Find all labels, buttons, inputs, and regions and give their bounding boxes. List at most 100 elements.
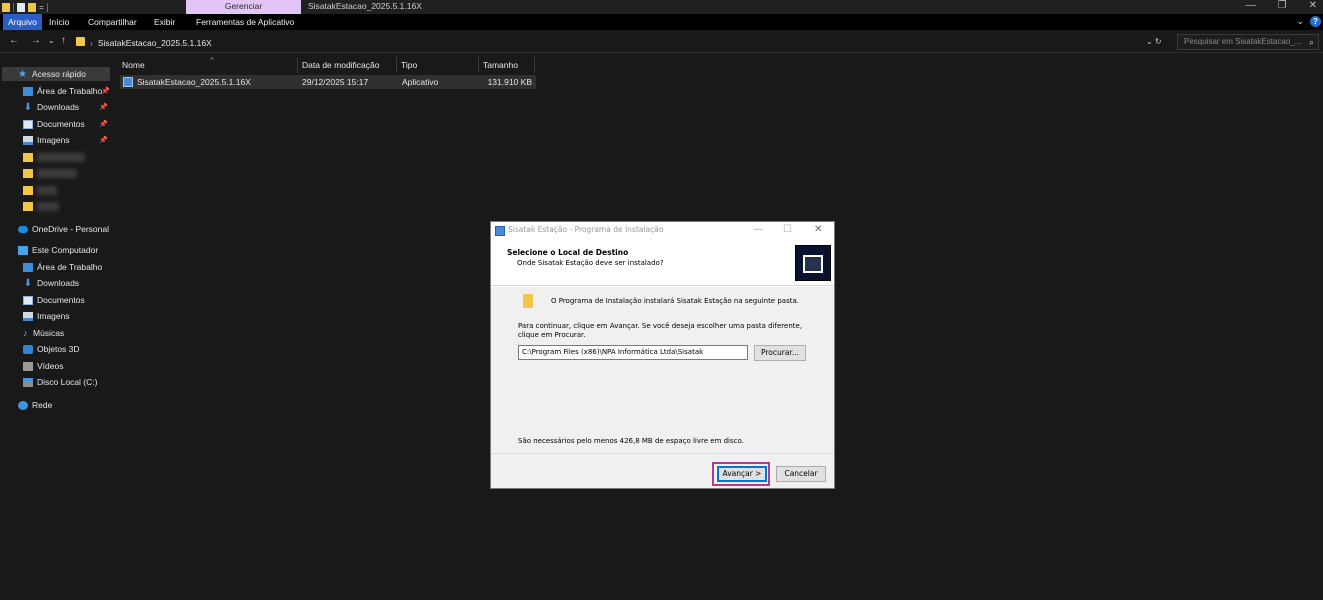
browse-button[interactable]: Procurar... [754, 345, 806, 361]
column-header-label: Nome [122, 60, 145, 70]
sidebar-item-este-computador[interactable]: Este Computador [18, 243, 98, 257]
context-tab-gerenciar[interactable]: Gerenciar [186, 0, 301, 14]
column-header-tipo[interactable]: Tipo [397, 57, 479, 73]
sidebar-item-musicas[interactable]: ♪ Músicas [23, 326, 64, 340]
sidebar-item-redacted-folder[interactable] [23, 166, 77, 180]
redacted-label [37, 201, 59, 211]
refresh-button[interactable]: ⌄ ↻ [1146, 37, 1162, 46]
table-row[interactable]: SisatakEstacao_2025.5.1.16X 29/12/2025 1… [120, 75, 536, 89]
pictures-icon [23, 135, 33, 145]
file-modified: 29/12/2025 15:17 [302, 77, 369, 87]
sidebar-item-label: Área de Trabalho [37, 262, 103, 272]
redacted-label [37, 168, 77, 178]
star-icon: ★ [18, 68, 27, 80]
separator [13, 2, 14, 12]
file-name: SisatakEstacao_2025.5.1.16X [137, 77, 251, 87]
dialog-header: Selecione o Local de Destino Onde Sisata… [491, 240, 834, 286]
sidebar-item-label: Músicas [33, 328, 65, 338]
cloud-icon [18, 225, 28, 233]
breadcrumb-separator: › [90, 38, 93, 48]
document-icon [23, 295, 33, 305]
search-placeholder: Pesquisar em SisatakEstacao_... [1184, 37, 1302, 46]
folder-icon [523, 294, 533, 308]
disk-space-note: São necessários pelo menos 426,8 MB de e… [518, 437, 744, 445]
tab-inicio[interactable]: Início [49, 14, 69, 30]
sidebar-item-documentos[interactable]: Documentos [23, 293, 85, 307]
wizard-computer-icon [795, 245, 831, 281]
sidebar-item-label: Objetos 3D [37, 344, 80, 354]
dialog-maximize-button[interactable]: ☐ [783, 224, 792, 235]
help-icon[interactable]: ? [1310, 16, 1321, 27]
restore-button[interactable]: ❐ [1278, 0, 1287, 14]
sidebar-item-objetos-3d[interactable]: Objetos 3D [23, 342, 80, 356]
sidebar-item-downloads-pinned[interactable]: ⬇ Downloads 📌 [23, 100, 110, 114]
next-button[interactable]: Avançar > [717, 466, 767, 482]
customize-toolbar-icon[interactable]: = [39, 3, 44, 12]
sidebar-item-imagens[interactable]: Imagens [23, 309, 70, 323]
sidebar-item-area-de-trabalho[interactable]: Área de Trabalho [23, 260, 102, 274]
dialog-body: O Programa de Instalação instalará Sisat… [491, 287, 834, 453]
column-header-nome[interactable]: Nome ^ [118, 56, 298, 73]
dialog-close-button[interactable]: ✕ [814, 224, 822, 235]
ribbon-tabs: Arquivo Início Compartilhar Exibir Ferra… [0, 14, 1323, 30]
sidebar-item-redacted-folder[interactable] [23, 150, 85, 164]
destination-path-input[interactable]: C:\Program Files (x86)\NPA Informática L… [518, 345, 748, 360]
address-input[interactable]: › SisatakEstacao_2025.5.1.16X [88, 35, 1170, 51]
instructions-text: Para continuar, clique em Avançar. Se vo… [518, 322, 803, 339]
sidebar-item-redacted-folder[interactable] [23, 199, 59, 213]
sidebar-item-label: Downloads [37, 102, 80, 112]
window-title: SisatakEstacao_2025.5.1.16X [308, 1, 422, 11]
sidebar-item-documentos-pinned[interactable]: Documentos 📌 [23, 117, 110, 131]
tab-arquivo[interactable]: Arquivo [3, 14, 42, 30]
sidebar-item-area-de-trabalho-pinned[interactable]: Área de Trabalho 📌 [23, 84, 110, 98]
folder-icon [23, 185, 33, 195]
dialog-title: Sisatak Estação - Programa de Instalação [508, 225, 664, 234]
new-folder-icon[interactable] [28, 2, 36, 12]
sidebar-item-videos[interactable]: Vídeos [23, 359, 63, 373]
sidebar-item-imagens-pinned[interactable]: Imagens 📌 [23, 133, 110, 147]
sidebar-item-label: Acesso rápido [32, 69, 86, 79]
cancel-button[interactable]: Cancelar [776, 466, 826, 482]
back-button[interactable]: ← [9, 35, 19, 46]
desktop-icon [23, 86, 33, 96]
sidebar-item-label: OneDrive - Personal [32, 224, 110, 234]
folder-icon [76, 37, 85, 46]
expand-ribbon-icon[interactable]: ⌄ [1296, 16, 1304, 27]
ribbon-right-controls: ⌄ ? [1296, 16, 1321, 27]
column-header-tamanho[interactable]: Tamanho [479, 57, 535, 73]
dialog-subheading: Onde Sisatak Estação deve ser instalado? [517, 259, 664, 267]
tab-compartilhar[interactable]: Compartilhar [88, 14, 137, 30]
sidebar-item-acesso-rapido[interactable]: ★ Acesso rápido [2, 67, 110, 81]
pin-icon: 📌 [99, 121, 108, 128]
forward-button[interactable]: → [31, 35, 41, 46]
install-info-text: O Programa de Instalação instalará Sisat… [551, 297, 799, 305]
redacted-label [37, 185, 57, 195]
close-button[interactable]: ✕ [1309, 0, 1317, 14]
breadcrumb-current-folder[interactable]: SisatakEstacao_2025.5.1.16X [98, 38, 212, 48]
tab-ferramentas-de-aplicativo[interactable]: Ferramentas de Aplicativo [196, 14, 294, 30]
redacted-label [37, 152, 85, 162]
sidebar-item-label: Documentos [37, 295, 85, 305]
music-icon: ♪ [23, 327, 28, 338]
file-size: 131.910 KB [487, 77, 532, 87]
search-icon: ⌕ [1308, 37, 1314, 47]
sidebar-item-disco-local[interactable]: Disco Local (C:) [23, 375, 97, 389]
address-bar-row: ← → ⌄ ↑ › SisatakEstacao_2025.5.1.16X ⌄ … [0, 31, 1323, 53]
sidebar-item-rede[interactable]: Rede [18, 398, 52, 412]
folder-icon [23, 168, 33, 178]
application-icon [123, 77, 133, 87]
sidebar-item-redacted-folder[interactable] [23, 183, 57, 197]
dialog-heading: Selecione o Local de Destino [507, 248, 629, 257]
sidebar-item-downloads[interactable]: ⬇ Downloads [23, 276, 79, 290]
search-input[interactable]: Pesquisar em SisatakEstacao_... ⌕ [1177, 34, 1319, 50]
tab-exibir[interactable]: Exibir [154, 14, 175, 30]
recent-locations-button[interactable]: ⌄ [48, 36, 55, 45]
computer-icon [18, 245, 28, 255]
minimize-button[interactable]: — [1246, 0, 1256, 14]
column-header-data[interactable]: Data de modificação [298, 57, 397, 73]
properties-icon[interactable] [17, 2, 25, 12]
monitor-shape [803, 255, 823, 273]
sidebar-item-onedrive[interactable]: OneDrive - Personal [18, 222, 109, 236]
up-button[interactable]: ↑ [61, 35, 66, 46]
dialog-minimize-button[interactable]: — [753, 224, 763, 235]
